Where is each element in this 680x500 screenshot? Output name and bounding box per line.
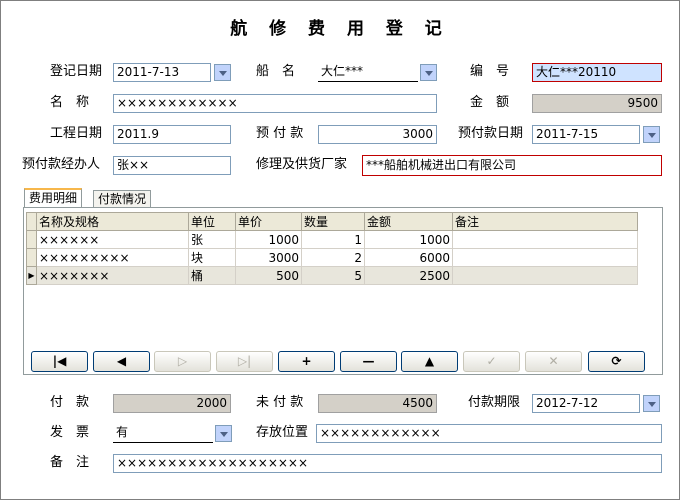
amount-label: 金 额 <box>470 95 510 110</box>
remark-label: 备 注 <box>50 455 90 470</box>
cell-name[interactable]: ××××××× <box>36 266 189 285</box>
row-indicator-header <box>26 212 37 231</box>
post-record-button[interactable]: ✓ <box>463 351 520 372</box>
refresh-icon: ⟳ <box>611 354 622 368</box>
prepay-date-label: 预付款日期 <box>458 126 524 141</box>
col-quantity[interactable]: 数量 <box>301 212 365 231</box>
storage-field[interactable]: ×××××××××××× <box>316 424 662 443</box>
unpaid-field: 4500 <box>318 394 437 413</box>
pay-deadline-dropdown-icon[interactable] <box>643 395 660 412</box>
number-field[interactable]: 大仁***20110 <box>532 63 662 82</box>
delete-record-button[interactable]: — <box>340 351 397 372</box>
save-icon: ✓ <box>486 354 497 368</box>
col-remark[interactable]: 备注 <box>452 212 638 231</box>
row-indicator[interactable] <box>26 230 37 249</box>
add-icon: + <box>301 354 312 368</box>
cell-name[interactable]: ×××××× <box>36 230 189 249</box>
cancel-icon: ✕ <box>548 354 559 368</box>
prepay-label: 预 付 款 <box>256 126 304 141</box>
first-record-button[interactable]: |◀ <box>31 351 88 372</box>
cell-price[interactable]: 500 <box>235 266 302 285</box>
paid-field: 2000 <box>113 394 231 413</box>
cell-remark[interactable] <box>452 248 638 267</box>
reg-date-dropdown-icon[interactable] <box>214 64 231 81</box>
cell-amount[interactable]: 1000 <box>364 230 453 249</box>
prepay-handler-field[interactable]: 张×× <box>113 156 231 175</box>
pay-deadline-label: 付款期限 <box>468 395 521 410</box>
table-row[interactable]: ×××××× 张 1000 1 1000 <box>26 230 638 249</box>
up-icon: ▲ <box>424 354 435 368</box>
table-row[interactable]: ▶ ××××××× 桶 500 5 2500 <box>26 266 638 285</box>
delete-icon: — <box>362 354 375 368</box>
storage-label: 存放位置 <box>256 425 309 440</box>
tab-payment-status[interactable]: 付款情况 <box>93 190 152 208</box>
edit-record-button[interactable]: ▲ <box>401 351 458 372</box>
ship-dropdown-icon[interactable] <box>420 64 437 81</box>
unpaid-label: 未 付 款 <box>256 395 304 410</box>
number-label: 编 号 <box>470 64 510 79</box>
next-icon: ▷ <box>177 354 188 368</box>
cell-remark[interactable] <box>452 266 638 285</box>
next-record-button[interactable]: ▷ <box>154 351 211 372</box>
prepay-handler-label: 预付款经办人 <box>22 157 101 172</box>
col-price[interactable]: 单价 <box>235 212 302 231</box>
grid-header-row: 名称及规格 单位 单价 数量 金额 备注 <box>26 212 638 231</box>
cell-quantity[interactable]: 1 <box>301 230 365 249</box>
project-date-label: 工程日期 <box>50 126 103 141</box>
cancel-record-button[interactable]: ✕ <box>525 351 582 372</box>
invoice-label: 发 票 <box>50 425 90 440</box>
cell-amount[interactable]: 2500 <box>364 266 453 285</box>
tab-expense-detail[interactable]: 费用明细 <box>24 188 83 208</box>
col-name-spec[interactable]: 名称及规格 <box>36 212 189 231</box>
prepay-date-field[interactable]: 2011-7-15 <box>532 125 640 144</box>
project-date-field[interactable]: 2011.9 <box>113 125 231 144</box>
prev-icon: ◀ <box>116 354 127 368</box>
cell-price[interactable]: 3000 <box>235 248 302 267</box>
name-label: 名 称 <box>50 95 90 110</box>
col-unit[interactable]: 单位 <box>188 212 236 231</box>
col-amount[interactable]: 金额 <box>364 212 453 231</box>
cell-price[interactable]: 1000 <box>235 230 302 249</box>
prepay-date-dropdown-icon[interactable] <box>643 126 660 143</box>
cell-amount[interactable]: 6000 <box>364 248 453 267</box>
pay-deadline-field[interactable]: 2012-7-12 <box>532 394 640 413</box>
ship-combo[interactable]: 大仁*** <box>318 63 418 82</box>
first-icon: |◀ <box>52 354 67 368</box>
row-indicator[interactable] <box>26 248 37 267</box>
page-title: 航 修 费 用 登 记 <box>230 19 450 39</box>
last-icon: ▷| <box>237 354 252 368</box>
cell-name[interactable]: ××××××××× <box>36 248 189 267</box>
reg-date-label: 登记日期 <box>50 64 103 79</box>
invoice-combo[interactable]: 有 <box>113 424 213 443</box>
prepay-field[interactable]: 3000 <box>318 125 437 144</box>
cell-unit[interactable]: 桶 <box>188 266 236 285</box>
add-record-button[interactable]: + <box>278 351 335 372</box>
supplier-field[interactable]: ***船舶机械进出口有限公司 <box>362 155 662 176</box>
table-row[interactable]: ××××××××× 块 3000 2 6000 <box>26 248 638 267</box>
cell-remark[interactable] <box>452 230 638 249</box>
cell-unit[interactable]: 张 <box>188 230 236 249</box>
remark-field[interactable]: ××××××××××××××××××× <box>113 454 662 473</box>
cell-unit[interactable]: 块 <box>188 248 236 267</box>
expense-grid[interactable]: 名称及规格 单位 单价 数量 金额 备注 ×××××× 张 1000 1 100… <box>26 212 638 285</box>
cell-quantity[interactable]: 2 <box>301 248 365 267</box>
paid-label: 付 款 <box>50 395 90 410</box>
invoice-dropdown-icon[interactable] <box>215 425 232 442</box>
refresh-button[interactable]: ⟳ <box>588 351 645 372</box>
last-record-button[interactable]: ▷| <box>216 351 273 372</box>
amount-field: 9500 <box>532 94 662 113</box>
supplier-label: 修理及供货厂家 <box>256 157 348 172</box>
cell-quantity[interactable]: 5 <box>301 266 365 285</box>
prev-record-button[interactable]: ◀ <box>93 351 150 372</box>
name-field[interactable]: ×××××××××××× <box>113 94 437 113</box>
current-row-indicator-icon[interactable]: ▶ <box>26 266 37 285</box>
reg-date-field[interactable]: 2011-7-13 <box>113 63 211 82</box>
ship-label: 船 名 <box>256 64 296 79</box>
